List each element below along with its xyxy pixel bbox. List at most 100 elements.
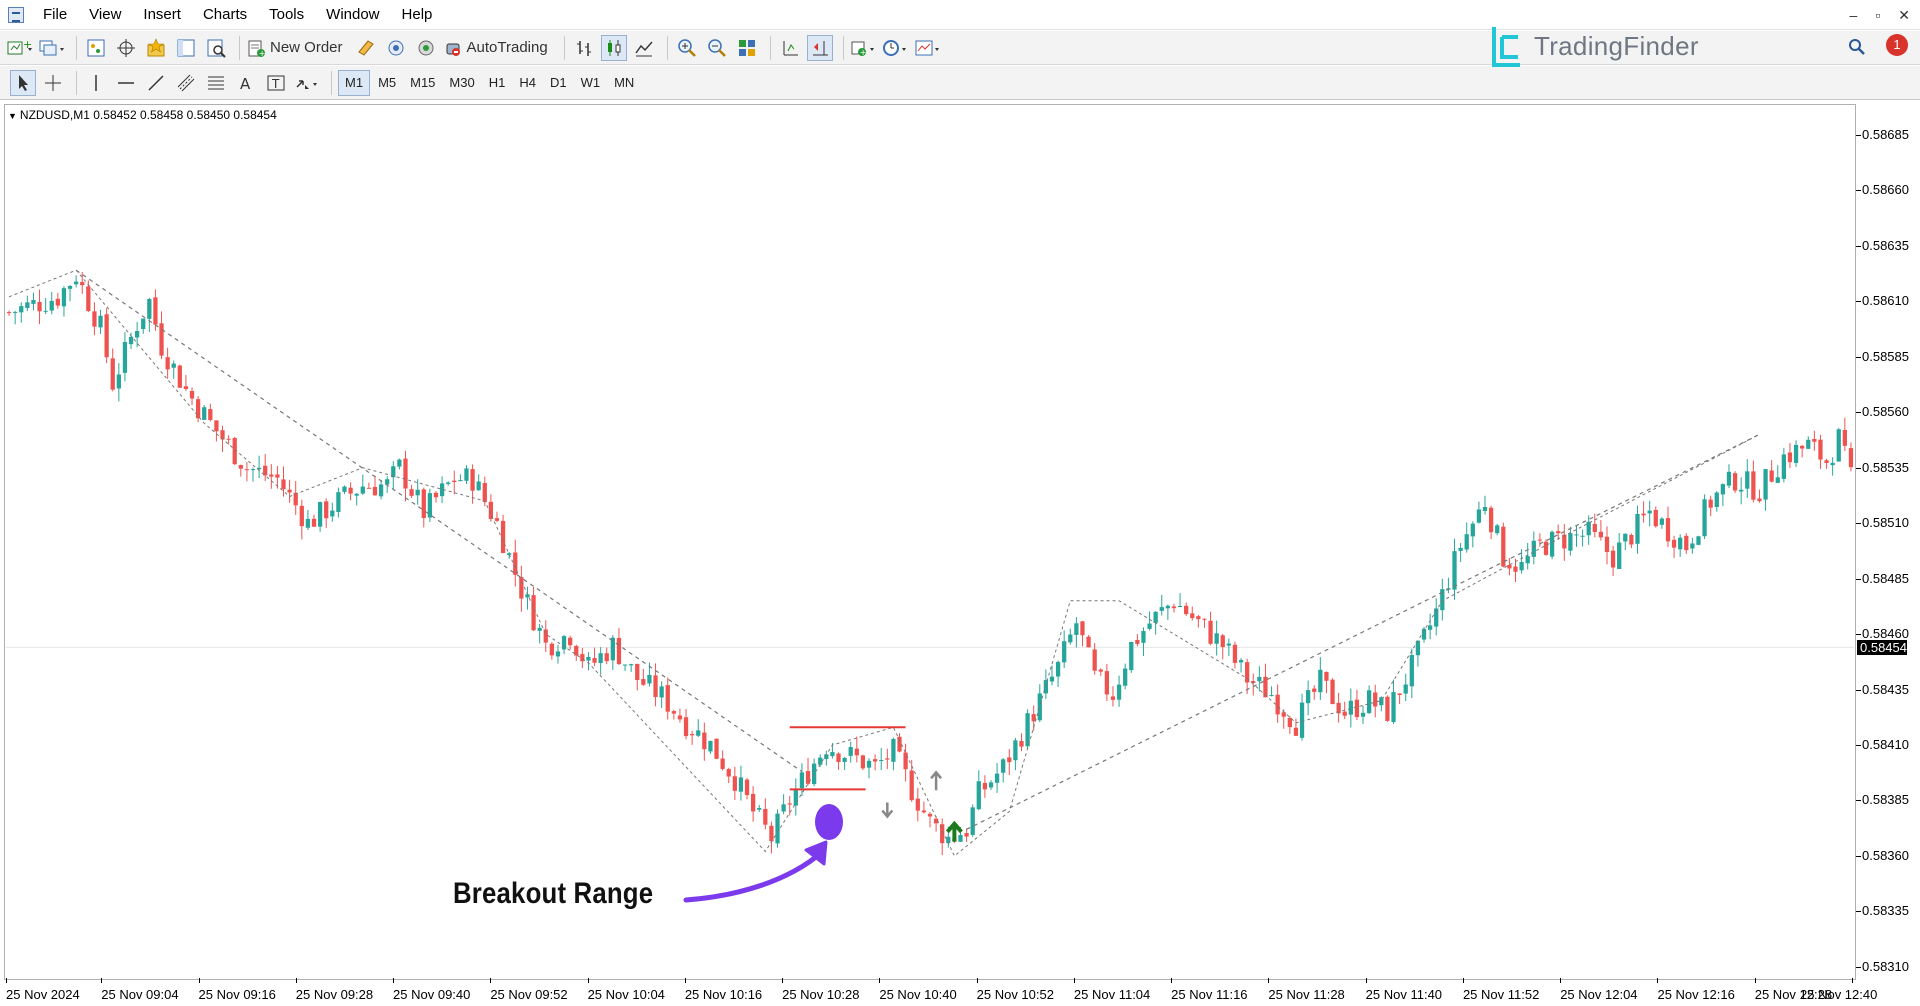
price-tick-label: 0.58460 [1862, 626, 1909, 642]
candle-body [1769, 470, 1774, 482]
candle-body [171, 363, 176, 368]
candle-body [202, 407, 207, 420]
candle-body [586, 656, 591, 661]
price-tick-mark [1856, 855, 1861, 857]
candle-body [13, 311, 18, 313]
candle-body [1696, 536, 1701, 545]
candle-body [879, 760, 884, 762]
candle-body [287, 489, 292, 493]
candle-body [500, 520, 506, 554]
candle-body [726, 769, 731, 777]
time-tick-label: 25 Nov 10:04 [587, 987, 665, 1002]
candle-body [110, 358, 115, 390]
candle-body [134, 331, 140, 338]
candle-body [415, 489, 420, 496]
price-tick-mark [1856, 578, 1861, 580]
price-tick-label: 0.58435 [1862, 681, 1909, 697]
candle-body [1153, 611, 1158, 623]
candle-body [1714, 492, 1719, 508]
time-tick-label: 25 Nov 09:04 [101, 987, 179, 1002]
time-tick-mark [1462, 978, 1464, 983]
candle-body [177, 365, 182, 388]
candle-body [616, 637, 622, 665]
candle-body [732, 776, 737, 791]
candle-body [1013, 740, 1018, 761]
candle-body [378, 484, 384, 497]
candle-body [1062, 641, 1067, 663]
candle-body [330, 510, 335, 517]
candle-body [537, 627, 542, 631]
candle-body [1238, 659, 1244, 663]
candle-body [1751, 471, 1756, 500]
time-tick-label: 25 Nov 10:40 [879, 987, 957, 1002]
candle-body [811, 763, 817, 785]
candle-body [1025, 713, 1030, 747]
candle-body [195, 399, 201, 419]
candle-body [427, 493, 433, 518]
candle-body [702, 732, 707, 750]
candle-body [86, 286, 91, 311]
candle-body [787, 803, 792, 805]
candle-body [1171, 606, 1177, 609]
candle-body [1159, 607, 1164, 611]
price-tick-mark [1856, 301, 1861, 303]
candle-body [281, 479, 286, 490]
candle-body [1269, 695, 1274, 697]
candle-body [738, 777, 744, 792]
candle-body [1568, 533, 1573, 551]
candle-body [909, 770, 914, 801]
current-price-label: 0.58454 [1857, 640, 1907, 656]
candle-body [708, 740, 713, 752]
candle-body [244, 469, 250, 471]
price-tick-mark [1856, 689, 1861, 691]
candle-body [403, 458, 408, 489]
candle-body [1080, 621, 1085, 636]
candle-body [1141, 631, 1146, 643]
candle-body [885, 758, 890, 760]
candle-body [1507, 564, 1512, 569]
price-tick-label: 0.58610 [1862, 293, 1909, 309]
candle-body [354, 493, 359, 496]
price-tick-label: 0.58385 [1862, 792, 1909, 808]
candle-body [1745, 471, 1750, 489]
candle-body [1830, 462, 1835, 466]
candle-body [1476, 509, 1482, 523]
price-tick-mark [1856, 966, 1861, 968]
candle-body [421, 489, 426, 519]
candle-body [98, 315, 103, 328]
candle-body [1196, 616, 1201, 620]
candle-body [1068, 634, 1073, 643]
candle-body [128, 336, 134, 345]
candle-body [494, 518, 500, 521]
candle-body [61, 288, 67, 307]
candle-body [238, 465, 243, 469]
time-tick-mark [1073, 978, 1075, 983]
candle-body [1324, 671, 1329, 681]
price-tick-label: 0.58485 [1862, 570, 1909, 586]
candle-body [1635, 513, 1640, 544]
candle-body [629, 664, 634, 666]
candle-body [549, 643, 554, 656]
candle-body [116, 374, 121, 389]
time-tick-label: 25 Nov 09:28 [295, 987, 374, 1002]
candle-body [848, 747, 853, 756]
price-tick-label: 0.58360 [1862, 847, 1909, 863]
time-tick-label: 25 Nov 11:52 [1462, 987, 1540, 1002]
time-tick-label: 25 Nov 09:52 [490, 987, 568, 1002]
candle-body [1452, 551, 1457, 590]
candle-body [360, 486, 365, 494]
time-tick-label: 25 Nov 10:28 [782, 987, 860, 1002]
candle-body [927, 813, 933, 817]
candle-body [799, 772, 805, 789]
time-tick-label: 25 Nov 12:04 [1560, 987, 1638, 1002]
time-tick-label: 25 Nov 11:28 [1268, 987, 1345, 1002]
candle-body [464, 468, 469, 481]
candle-body [1562, 534, 1567, 549]
candle-body [1208, 620, 1213, 644]
candle-body [1665, 518, 1671, 542]
candle-body [830, 752, 835, 757]
candle-body [1653, 509, 1658, 527]
candle-body [1360, 712, 1366, 717]
candle-body [476, 481, 481, 491]
dashed-trendline [75, 269, 803, 773]
